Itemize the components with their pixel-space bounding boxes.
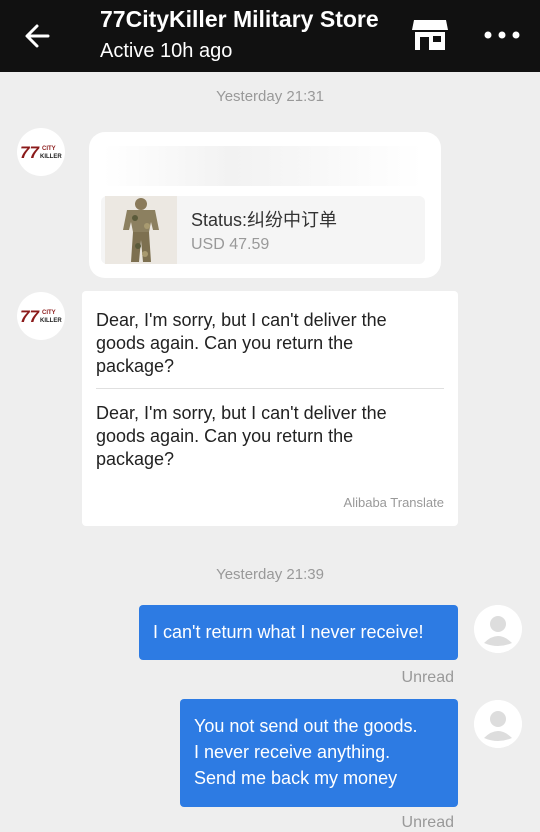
store-avatar[interactable]: 77 CITY KILLER — [17, 292, 65, 340]
svg-text:KILLER: KILLER — [40, 318, 62, 324]
message-line: You not send out the goods. — [194, 716, 418, 736]
arrow-left-icon — [25, 24, 50, 48]
order-price: USD 47.59 — [191, 236, 270, 253]
svg-text:77: 77 — [20, 143, 40, 162]
translation-credit: Alibaba Translate — [343, 495, 444, 510]
active-status: Active 10h ago — [100, 40, 233, 62]
svg-text:CITY: CITY — [42, 146, 56, 152]
message-timestamp: Yesterday 21:39 — [216, 566, 324, 583]
storefront-icon — [412, 20, 448, 50]
divider — [96, 388, 444, 389]
store-logo: 77 CITY KILLER — [20, 143, 62, 162]
user-avatar[interactable] — [474, 700, 522, 748]
order-card[interactable]: Status:纠纷中订单 USD 47.59 — [89, 132, 441, 278]
user-avatar[interactable] — [474, 605, 522, 653]
read-status: Unread — [401, 669, 454, 686]
message-translated-text: Dear, I'm sorry, but I can't deliver the… — [96, 403, 387, 469]
message-text: I can't return what I never receive! — [153, 622, 424, 642]
store-button[interactable] — [410, 16, 450, 52]
read-status: Unread — [401, 814, 454, 831]
message-line: I never receive anything. — [194, 742, 391, 762]
svg-text:CITY: CITY — [42, 310, 56, 316]
back-button[interactable] — [18, 16, 58, 56]
message-timestamp: Yesterday 21:31 — [216, 88, 324, 105]
redacted-area — [103, 146, 423, 186]
more-horizontal-icon — [484, 31, 520, 39]
outgoing-message[interactable]: I can't return what I never receive! — [139, 605, 458, 660]
user-icon — [474, 605, 522, 653]
outgoing-message[interactable]: You not send out the goods. I never rece… — [180, 699, 458, 807]
incoming-message[interactable]: Dear, I'm sorry, but I can't deliver the… — [82, 291, 458, 526]
order-summary[interactable]: Status:纠纷中订单 USD 47.59 — [101, 196, 425, 264]
svg-text:KILLER: KILLER — [40, 154, 62, 160]
message-original-text: Dear, I'm sorry, but I can't deliver the… — [96, 310, 387, 376]
message-line: Send me back my money — [194, 768, 398, 788]
product-thumbnail — [105, 196, 177, 264]
store-logo: 77 CITY KILLER — [20, 307, 62, 326]
more-options-button[interactable] — [480, 20, 524, 50]
store-avatar[interactable]: 77 CITY KILLER — [17, 128, 65, 176]
user-icon — [474, 700, 522, 748]
chat-title: 77CityKiller Military Store — [100, 6, 379, 32]
chat-header: 77CityKiller Military Store Active 10h a… — [0, 0, 540, 72]
order-status: Status:纠纷中订单 — [191, 210, 338, 230]
svg-text:77: 77 — [20, 307, 40, 326]
